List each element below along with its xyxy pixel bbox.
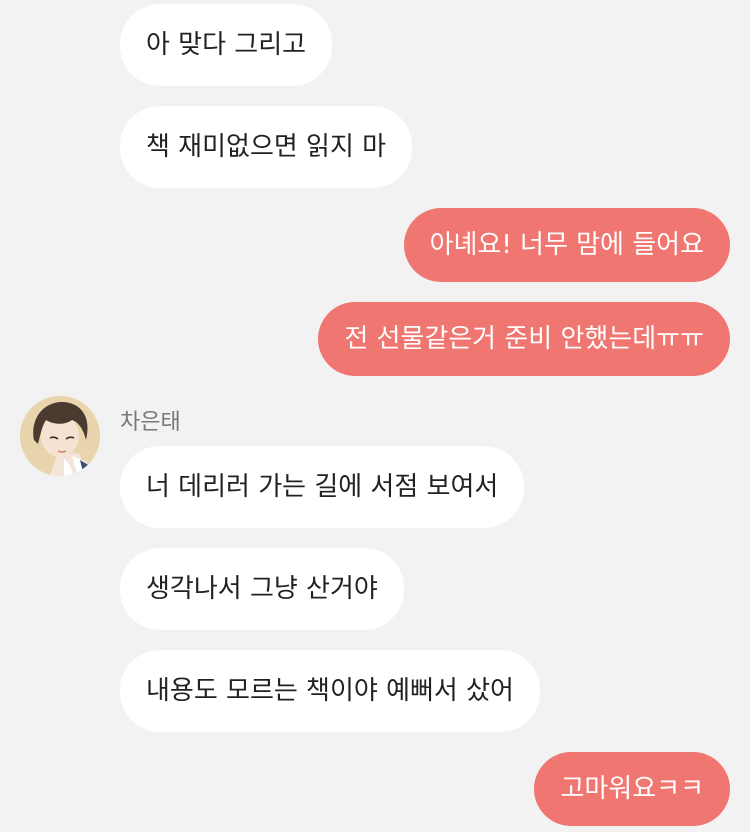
message-text: 고마워요ㅋㅋ [560,774,704,804]
message-text: 내용도 모르는 책이야 예뻐서 샀어 [146,676,514,706]
incoming-message-bubble[interactable]: 아 맞다 그리고 [120,4,333,86]
message-text: 너 데리러 가는 길에 서점 보여서 [146,472,499,502]
message-text: 아녜요! 너무 맘에 들어요 [429,230,704,260]
incoming-message-bubble[interactable]: 생각나서 그냥 산거야 [120,548,404,630]
message-text: 아 맞다 그리고 [146,30,307,60]
profile-avatar-icon[interactable] [20,396,100,476]
message-text: 생각나서 그냥 산거야 [146,574,378,604]
sender-name: 차은태 [120,410,181,435]
outgoing-message-bubble[interactable]: 고마워요ㅋㅋ [534,752,730,826]
incoming-message-bubble[interactable]: 책 재미없으면 읽지 마 [120,106,413,188]
outgoing-message-bubble[interactable]: 아녜요! 너무 맘에 들어요 [403,208,730,282]
message-text: 책 재미없으면 읽지 마 [146,132,387,162]
outgoing-message-bubble[interactable]: 전 선물같은거 준비 안했는데ㅠㅠ [318,302,730,376]
message-text: 전 선물같은거 준비 안했는데ㅠㅠ [344,324,704,354]
incoming-message-bubble[interactable]: 내용도 모르는 책이야 예뻐서 샀어 [120,650,540,732]
incoming-message-bubble[interactable]: 너 데리러 가는 길에 서점 보여서 [120,446,525,528]
